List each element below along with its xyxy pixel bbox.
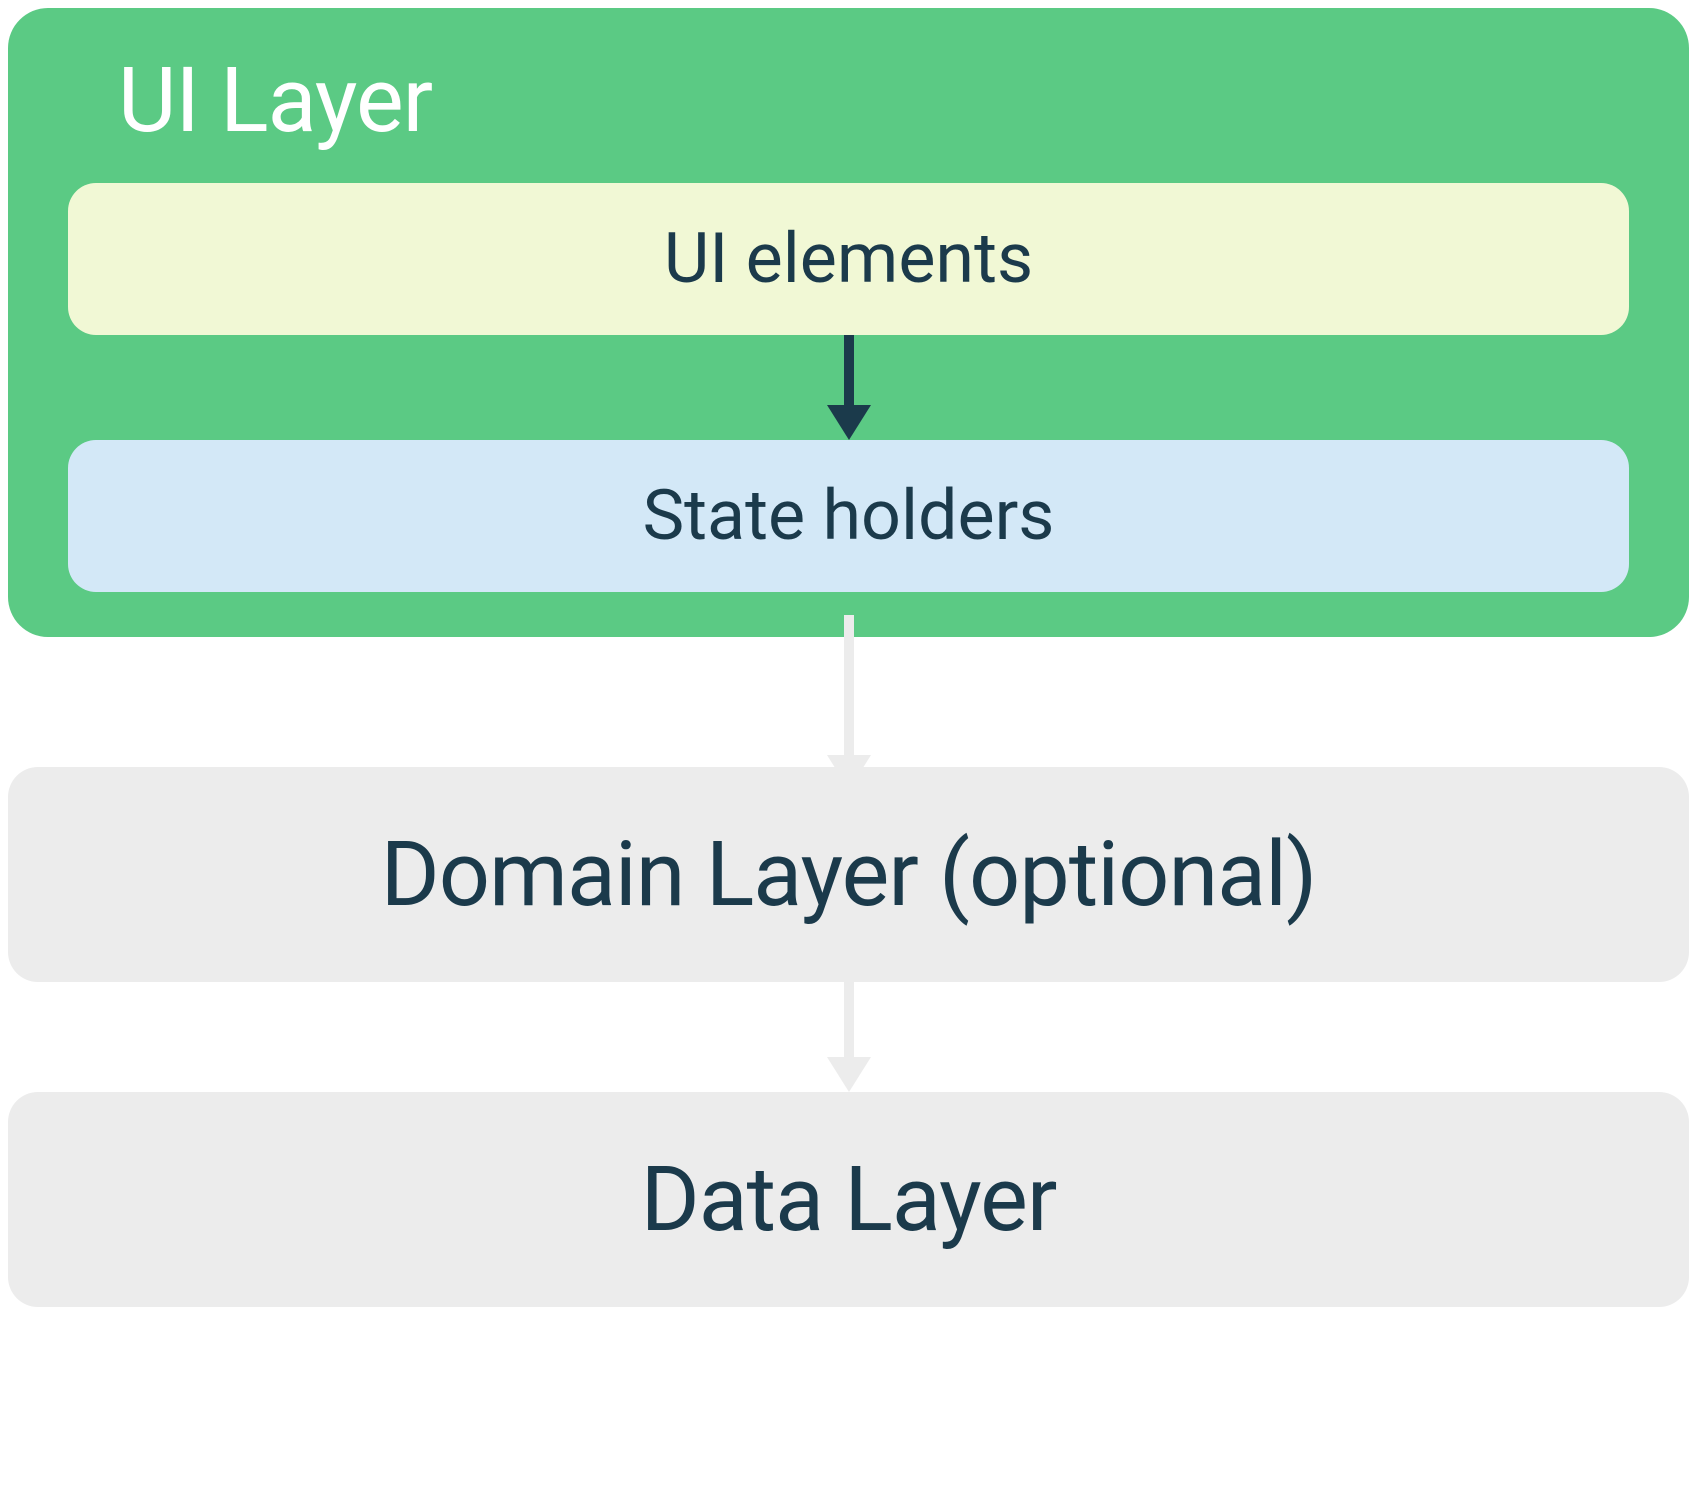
ui-elements-box: UI elements <box>68 183 1629 335</box>
arrow-domain-to-data <box>819 982 879 1092</box>
data-layer-box: Data Layer <box>8 1092 1689 1307</box>
arrow-down-icon <box>819 615 879 790</box>
ui-layer-container: UI Layer UI elements State holders <box>8 8 1689 637</box>
ui-layer-title: UI Layer <box>68 48 1629 153</box>
arrow-ui-to-state <box>68 335 1629 440</box>
domain-layer-box: Domain Layer (optional) <box>8 767 1689 982</box>
data-layer-label: Data Layer <box>641 1147 1057 1252</box>
domain-layer-label: Domain Layer (optional) <box>381 822 1317 927</box>
arrow-down-icon <box>819 982 879 1092</box>
state-holders-label: State holders <box>643 475 1055 557</box>
arrow-ui-to-domain <box>819 637 879 767</box>
arrow-down-icon <box>819 335 879 440</box>
ui-elements-label: UI elements <box>664 218 1033 300</box>
state-holders-box: State holders <box>68 440 1629 592</box>
